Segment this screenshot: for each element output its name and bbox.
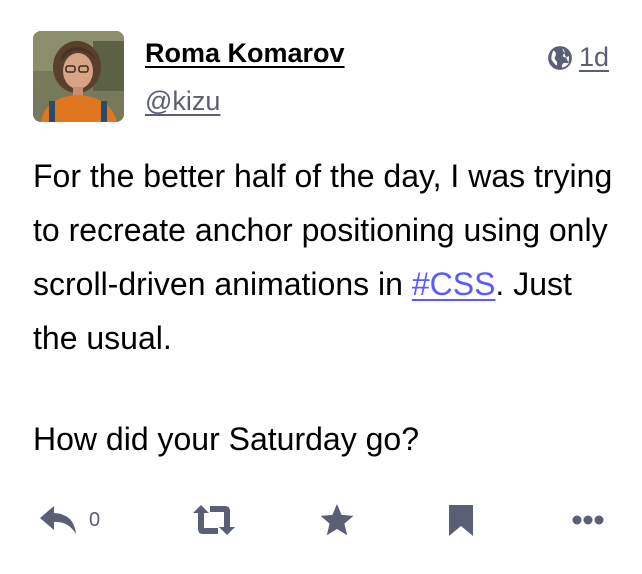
reply-icon (40, 506, 76, 534)
content-paragraph-2: How did your Saturday go? (33, 421, 419, 457)
author-handle[interactable]: @kizu (145, 86, 220, 117)
status-meta: 1d (547, 42, 609, 73)
star-icon (320, 504, 354, 536)
reply-count: 0 (89, 508, 101, 531)
author-display-name[interactable]: Roma Komarov (145, 38, 345, 69)
boost-button[interactable] (192, 498, 236, 542)
bookmark-button[interactable] (447, 498, 475, 542)
reply-button[interactable]: 0 (39, 498, 100, 542)
avatar[interactable] (33, 31, 124, 122)
favourite-button[interactable] (319, 498, 355, 542)
status-timestamp[interactable]: 1d (579, 42, 609, 73)
ellipsis-icon (572, 515, 604, 525)
hashtag-link[interactable]: #CSS (412, 266, 496, 302)
content-paragraph-1: For the better half of the day, I was tr… (33, 149, 623, 365)
status-card: Roma Komarov @kizu 1d For the better hal… (0, 0, 642, 574)
globe-icon (548, 45, 572, 70)
more-options-button[interactable] (571, 498, 605, 542)
status-content: For the better half of the day, I was tr… (33, 149, 623, 466)
boost-icon (193, 505, 235, 535)
action-bar: 0 (33, 498, 609, 542)
avatar-image (33, 31, 124, 122)
bookmark-icon (449, 505, 473, 536)
